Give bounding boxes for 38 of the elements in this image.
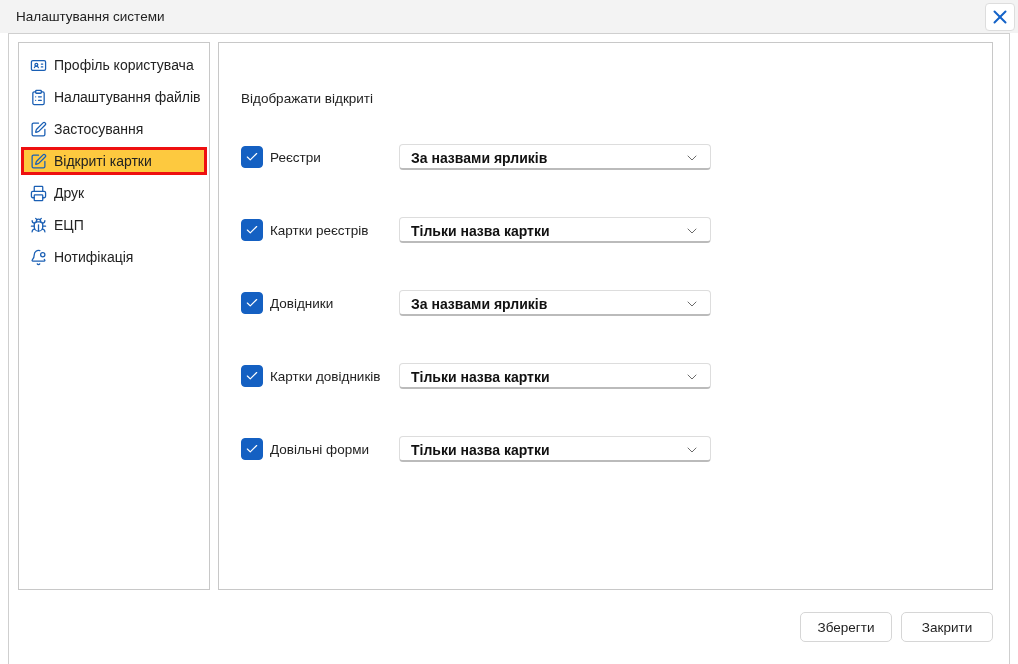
check-icon: [245, 223, 259, 237]
checkbox[interactable]: [241, 219, 263, 241]
edit-icon: [30, 120, 47, 138]
check-icon: [245, 296, 259, 310]
checkbox[interactable]: [241, 292, 263, 314]
sidebar-item[interactable]: Нотифікація: [21, 243, 207, 271]
edit-icon: [30, 152, 47, 170]
printer-icon: [30, 184, 47, 202]
checkbox-label: Довільні форми: [270, 441, 371, 457]
checkbox-label: Реєстри: [270, 149, 322, 165]
sidebar-item[interactable]: Налаштування файлів: [21, 83, 207, 111]
bell-icon: [30, 248, 47, 266]
close-button[interactable]: [985, 2, 1015, 31]
bug-icon: [30, 216, 47, 234]
sidebar-item[interactable]: Відкриті картки: [21, 147, 207, 175]
dialog-button[interactable]: Зберегти: [800, 612, 892, 642]
dropdown[interactable]: За назвами ярликів: [399, 144, 711, 170]
check-icon: [245, 442, 259, 456]
dialog-button[interactable]: Закрити: [901, 612, 993, 642]
section-heading: Відображати відкриті: [241, 91, 375, 106]
dropdown[interactable]: За назвами ярликів: [399, 290, 711, 316]
checkbox[interactable]: [241, 438, 263, 460]
clipboard-icon: [30, 88, 47, 106]
checkbox[interactable]: [241, 146, 263, 168]
dropdown[interactable]: Тільки назва картки: [399, 436, 711, 462]
checkbox-label: Картки довідників: [270, 368, 382, 384]
checkbox-label: Картки реєстрів: [270, 222, 370, 238]
sidebar-item[interactable]: ЕЦП: [21, 211, 207, 239]
dropdown[interactable]: Тільки назва картки: [399, 217, 711, 243]
check-icon: [245, 369, 259, 383]
sidebar-item[interactable]: Профіль користувача: [21, 51, 207, 79]
checkbox[interactable]: [241, 365, 263, 387]
window-title: Налаштування системи: [16, 9, 165, 24]
sidebar-item[interactable]: Друк: [21, 179, 207, 207]
sidebar-item[interactable]: Застосування: [21, 115, 207, 143]
dropdown[interactable]: Тільки назва картки: [399, 363, 711, 389]
check-icon: [245, 150, 259, 164]
checkbox-label: Довідники: [270, 295, 335, 311]
